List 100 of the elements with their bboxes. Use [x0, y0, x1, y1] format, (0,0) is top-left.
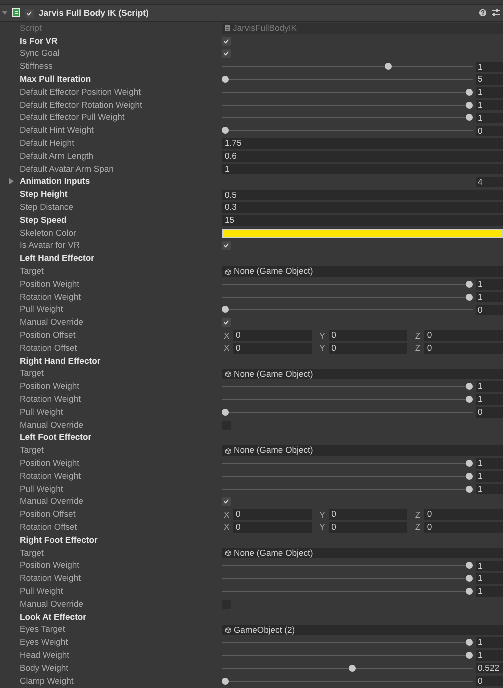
- number-field[interactable]: 0: [476, 676, 503, 686]
- slider-thumb[interactable]: [466, 588, 473, 595]
- number-field[interactable]: 0: [233, 522, 312, 533]
- slider-thumb[interactable]: [466, 396, 473, 403]
- number-field[interactable]: 0: [476, 126, 503, 136]
- number-field[interactable]: 1: [476, 87, 503, 98]
- number-field[interactable]: 1: [476, 471, 503, 482]
- slider-thumb[interactable]: [466, 472, 473, 480]
- slider-track[interactable]: [222, 408, 473, 417]
- checkbox[interactable]: [222, 497, 231, 506]
- number-field[interactable]: 0: [424, 509, 503, 520]
- checkbox[interactable]: [222, 49, 231, 58]
- slider-track[interactable]: [222, 586, 473, 596]
- number-field[interactable]: 1.75: [222, 138, 503, 149]
- object-field[interactable]: None (Game Object): [222, 548, 503, 558]
- number-field[interactable]: 1: [476, 62, 503, 72]
- object-field[interactable]: GameObject (2): [222, 624, 503, 636]
- number-field[interactable]: 1: [476, 637, 503, 648]
- slider-thumb[interactable]: [466, 639, 473, 646]
- checkbox[interactable]: [222, 318, 231, 328]
- number-field[interactable]: 0: [233, 330, 312, 341]
- number-field[interactable]: 0: [328, 343, 408, 354]
- foldout-arrow-icon[interactable]: [2, 10, 8, 16]
- slider-track[interactable]: [222, 292, 473, 302]
- checkbox[interactable]: [222, 241, 231, 250]
- slider-track[interactable]: [222, 650, 473, 660]
- number-field[interactable]: 1: [476, 100, 503, 110]
- number-field[interactable]: 1: [476, 381, 503, 392]
- slider-thumb[interactable]: [222, 678, 229, 685]
- number-field[interactable]: 0.5: [222, 190, 503, 200]
- slider-thumb[interactable]: [466, 88, 473, 96]
- slider-track[interactable]: [222, 75, 473, 84]
- slider-track[interactable]: [222, 280, 473, 289]
- number-field[interactable]: 1: [476, 292, 503, 302]
- number-field[interactable]: 1: [476, 586, 503, 597]
- slider-track[interactable]: [222, 458, 473, 468]
- slider-track[interactable]: [222, 664, 473, 673]
- slider-thumb[interactable]: [466, 102, 473, 109]
- number-field[interactable]: 1: [476, 458, 503, 469]
- slider-thumb[interactable]: [222, 127, 229, 134]
- slider-track[interactable]: [222, 382, 473, 392]
- number-field[interactable]: 0: [328, 330, 408, 341]
- slider-track[interactable]: [222, 100, 473, 110]
- color-field[interactable]: [222, 228, 503, 238]
- number-field[interactable]: 1: [476, 650, 503, 661]
- object-field[interactable]: None (Game Object): [222, 368, 503, 380]
- slider-track[interactable]: [222, 113, 473, 122]
- slider-thumb[interactable]: [466, 652, 473, 659]
- slider-thumb[interactable]: [466, 486, 473, 493]
- number-field[interactable]: 0.3: [222, 202, 503, 213]
- enable-checkbox[interactable]: [25, 8, 34, 18]
- number-field[interactable]: 1: [476, 279, 503, 290]
- slider-track[interactable]: [222, 62, 473, 72]
- number-field[interactable]: 5: [476, 74, 503, 85]
- foldout-arrow-icon[interactable]: [9, 178, 14, 186]
- slider-track[interactable]: [222, 126, 473, 136]
- number-field[interactable]: 0: [476, 407, 503, 418]
- number-field[interactable]: 0: [424, 343, 503, 354]
- slider-thumb[interactable]: [466, 383, 473, 390]
- slider-track[interactable]: [222, 676, 473, 686]
- number-field[interactable]: 1: [476, 484, 503, 494]
- number-field[interactable]: 15: [222, 215, 503, 226]
- number-field[interactable]: 1: [222, 164, 503, 174]
- number-field[interactable]: 0.522: [476, 662, 503, 674]
- number-field[interactable]: 1: [476, 112, 503, 124]
- number-field[interactable]: 0: [233, 343, 312, 354]
- slider-track[interactable]: [222, 395, 473, 404]
- number-field[interactable]: 0.6: [222, 151, 503, 162]
- number-field[interactable]: 1: [476, 394, 503, 405]
- checkbox[interactable]: [222, 36, 231, 46]
- object-field[interactable]: None (Game Object): [222, 445, 503, 456]
- number-field[interactable]: 0: [476, 304, 503, 316]
- number-field[interactable]: 0: [424, 522, 503, 533]
- slider-thumb[interactable]: [222, 76, 229, 84]
- slider-thumb[interactable]: [466, 460, 473, 467]
- slider-track[interactable]: [222, 88, 473, 97]
- number-field[interactable]: 1: [476, 573, 503, 584]
- slider-thumb[interactable]: [348, 664, 356, 672]
- number-field[interactable]: 1: [476, 560, 503, 572]
- slider-thumb[interactable]: [466, 280, 473, 288]
- slider-thumb[interactable]: [222, 408, 229, 416]
- number-field[interactable]: 0: [424, 330, 503, 341]
- slider-track[interactable]: [222, 561, 473, 570]
- slider-thumb[interactable]: [466, 575, 473, 582]
- number-field[interactable]: 0: [328, 509, 408, 520]
- slider-thumb[interactable]: [222, 306, 229, 314]
- number-field[interactable]: 0: [328, 522, 408, 533]
- slider-track[interactable]: [222, 638, 473, 648]
- slider-thumb[interactable]: [466, 114, 473, 122]
- number-field[interactable]: 0: [233, 509, 312, 520]
- slider-track[interactable]: [222, 472, 473, 481]
- slider-thumb[interactable]: [385, 63, 392, 70]
- slider-thumb[interactable]: [466, 294, 473, 301]
- object-field[interactable]: None (Game Object): [222, 266, 503, 277]
- slider-thumb[interactable]: [466, 562, 473, 570]
- help-icon[interactable]: [479, 9, 487, 17]
- slider-track[interactable]: [222, 305, 473, 314]
- slider-track[interactable]: [222, 484, 473, 494]
- slider-track[interactable]: [222, 574, 473, 584]
- settings-icon[interactable]: [492, 9, 500, 17]
